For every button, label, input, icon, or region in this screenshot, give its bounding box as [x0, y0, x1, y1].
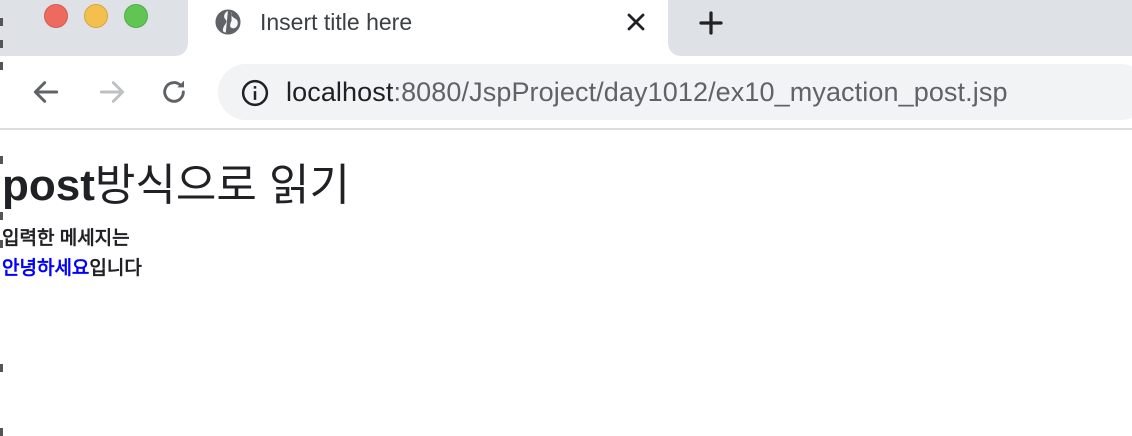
address-bar[interactable]: localhost:8080/JspProject/day1012/ex10_m… — [218, 64, 1132, 120]
tab-active[interactable]: Insert title here — [176, 0, 680, 56]
plus-icon[interactable] — [696, 8, 726, 38]
tab-title: Insert title here — [260, 9, 413, 35]
info-icon[interactable] — [240, 78, 270, 108]
arrow-right-icon[interactable] — [96, 76, 128, 108]
browser-window: Insert title here localhost:8080/JspProj… — [0, 0, 1132, 436]
heading-rest-part: 방식으로 읽기 — [94, 161, 350, 210]
url-host: localhost — [286, 77, 394, 107]
reload-icon[interactable] — [158, 76, 190, 108]
zoom-window-button[interactable] — [124, 4, 148, 28]
message-line: 안녕하세요입니다 — [2, 256, 142, 282]
heading-bold-part: post — [2, 161, 95, 210]
globe-icon — [215, 9, 241, 35]
tab-strip: Insert title here — [0, 0, 1132, 56]
message-label: 입력한 메세지는 — [2, 228, 130, 249]
page-content: post방식으로 읽기 입력한 메세지는 안녕하세요입니다 — [0, 130, 1132, 436]
browser-toolbar: localhost:8080/JspProject/day1012/ex10_m… — [0, 56, 1132, 130]
close-icon[interactable] — [622, 8, 650, 36]
arrow-left-icon[interactable] — [30, 76, 62, 108]
page-heading: post방식으로 읽기 — [2, 158, 350, 214]
close-window-button[interactable] — [44, 4, 68, 28]
address-url[interactable]: localhost:8080/JspProject/day1012/ex10_m… — [286, 74, 1008, 110]
message-value: 안녕하세요 — [2, 258, 90, 279]
minimize-window-button[interactable] — [84, 4, 108, 28]
url-path: :8080/JspProject/day1012/ex10_myaction_p… — [393, 77, 1008, 107]
message-suffix: 입니다 — [89, 258, 142, 279]
background-window-edge — [0, 0, 4, 436]
